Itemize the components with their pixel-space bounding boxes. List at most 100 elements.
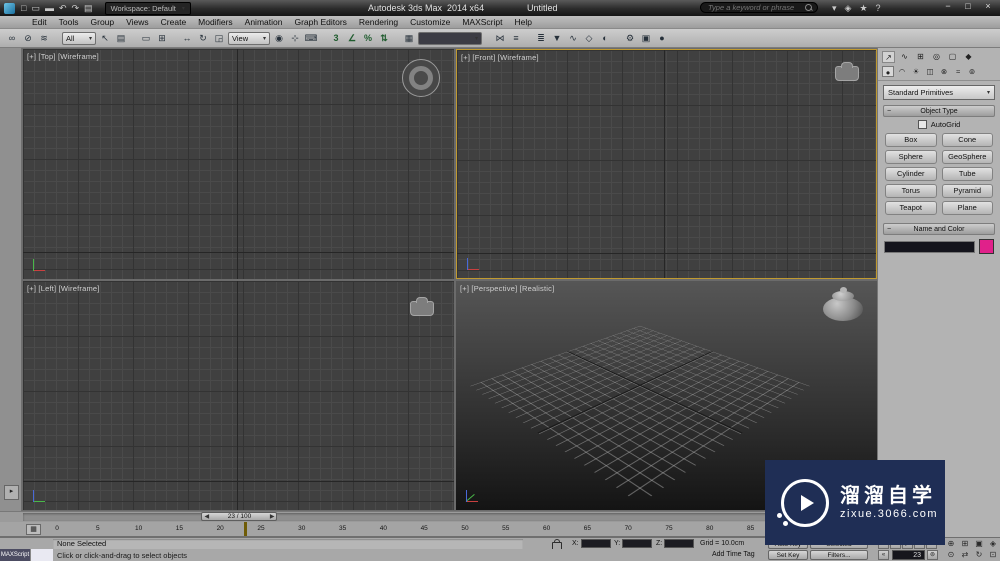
- autogrid-checkbox[interactable]: [917, 120, 927, 129]
- select-and-manipulate-icon[interactable]: ⊹: [288, 31, 302, 45]
- utilities-tab-icon[interactable]: ◆: [962, 51, 975, 63]
- lights-category-icon[interactable]: ☀: [910, 66, 922, 77]
- menu-views[interactable]: Views: [120, 16, 155, 28]
- spinner-snap-toggle-icon[interactable]: ⇅: [377, 31, 391, 45]
- rectangular-selection-region-icon[interactable]: ▭: [139, 31, 153, 45]
- open-mini-curve-editor-button[interactable]: ▦: [26, 524, 41, 535]
- select-and-link-icon[interactable]: ∞: [5, 31, 19, 45]
- favorites-icon[interactable]: ★: [859, 0, 867, 16]
- edit-named-selection-sets-icon[interactable]: ▦: [402, 31, 416, 45]
- rollout-object-type[interactable]: − Object Type: [883, 105, 995, 117]
- current-frame-marker[interactable]: [243, 522, 247, 536]
- redo-icon[interactable]: ↷: [72, 0, 80, 16]
- previous-frame-arrow-icon[interactable]: ◀: [204, 513, 209, 520]
- primitive-cone-button[interactable]: Cone: [941, 133, 993, 147]
- primitive-box-button[interactable]: Box: [885, 133, 937, 147]
- menu-help[interactable]: Help: [508, 16, 537, 28]
- menu-customize[interactable]: Customize: [404, 16, 456, 28]
- shapes-category-icon[interactable]: ◠: [896, 66, 908, 77]
- viewport-top-label[interactable]: [+] [Top] [Wireframe]: [27, 52, 99, 61]
- close-button[interactable]: ×: [978, 0, 998, 14]
- primitive-sphere-button[interactable]: Sphere: [885, 150, 937, 164]
- viewport-left-label[interactable]: [+] [Left] [Wireframe]: [27, 284, 100, 293]
- sign-in-icon[interactable]: ▾: [832, 0, 837, 16]
- project-folder-icon[interactable]: ▤: [84, 0, 93, 16]
- viewport-front-label[interactable]: [+] [Front] [Wireframe]: [461, 53, 539, 62]
- modify-tab-icon[interactable]: ∿: [898, 51, 911, 63]
- time-slider-handle[interactable]: ◀ 23 / 100 ▶: [201, 512, 278, 521]
- create-tab-icon[interactable]: ↗: [882, 51, 895, 63]
- primitive-tube-button[interactable]: Tube: [941, 167, 993, 181]
- select-and-rotate-icon[interactable]: ↻: [196, 31, 210, 45]
- minimize-button[interactable]: −: [938, 0, 958, 14]
- window-crossing-toggle-icon[interactable]: ⊞: [155, 31, 169, 45]
- mirror-icon[interactable]: ⋈: [493, 31, 507, 45]
- maximize-viewport-toggle-icon[interactable]: ⊡: [986, 549, 1000, 561]
- object-color-swatch[interactable]: [979, 239, 994, 254]
- geometry-category-icon[interactable]: ●: [882, 66, 894, 77]
- workspace-dropdown[interactable]: Workspace: Default ▾: [104, 1, 191, 15]
- pan-view-icon[interactable]: ⇄: [958, 549, 972, 561]
- systems-category-icon[interactable]: ⊚: [966, 66, 978, 77]
- menu-create[interactable]: Create: [155, 16, 193, 28]
- viewport-front[interactable]: [+] [Front] [Wireframe]: [456, 49, 877, 279]
- time-configuration-icon[interactable]: ⊚: [927, 550, 938, 560]
- primitive-plane-button[interactable]: Plane: [941, 201, 993, 215]
- hierarchy-tab-icon[interactable]: ⊞: [914, 51, 927, 63]
- menu-graph-editors[interactable]: Graph Editors: [288, 16, 352, 28]
- viewport-left[interactable]: [+] [Left] [Wireframe]: [23, 281, 454, 510]
- use-pivot-point-center-icon[interactable]: ◉: [272, 31, 286, 45]
- viewport-perspective-label[interactable]: [+] [Perspective] [Realistic]: [460, 284, 554, 293]
- x-coordinate-field[interactable]: [580, 539, 611, 548]
- menu-group[interactable]: Group: [85, 16, 121, 28]
- snaps-toggle-icon[interactable]: 3: [329, 31, 343, 45]
- app-logo-icon[interactable]: [4, 2, 15, 14]
- align-icon[interactable]: ≡: [509, 31, 523, 45]
- undo-icon[interactable]: ↶: [59, 0, 67, 16]
- select-by-name-icon[interactable]: ▤: [114, 31, 128, 45]
- primitive-cylinder-button[interactable]: Cylinder: [885, 167, 937, 181]
- primitive-category-dropdown[interactable]: Standard Primitives ▾: [883, 85, 995, 100]
- communication-center-icon[interactable]: ◈: [845, 0, 852, 16]
- selection-filter-dropdown[interactable]: All ▾: [62, 31, 96, 45]
- time-slider-track[interactable]: [23, 513, 875, 521]
- cameras-category-icon[interactable]: ◫: [924, 66, 936, 77]
- bind-to-space-warp-icon[interactable]: ≋: [37, 31, 51, 45]
- select-object-icon[interactable]: ↖: [98, 31, 112, 45]
- space-warps-category-icon[interactable]: ≈: [952, 66, 964, 77]
- menu-edit[interactable]: Edit: [26, 16, 53, 28]
- helpers-category-icon[interactable]: ⊗: [938, 66, 950, 77]
- reference-coordinate-dropdown[interactable]: View ▾: [228, 31, 270, 45]
- render-production-icon[interactable]: ●: [655, 31, 669, 45]
- display-tab-icon[interactable]: ▢: [946, 51, 959, 63]
- search-input[interactable]: [706, 2, 805, 13]
- add-time-tag[interactable]: Add Time Tag: [712, 551, 755, 558]
- motion-tab-icon[interactable]: ◎: [930, 51, 943, 63]
- primitive-pyramid-button[interactable]: Pyramid: [941, 184, 993, 198]
- menu-tools[interactable]: Tools: [53, 16, 85, 28]
- toggle-scene-explorer-icon[interactable]: ≣: [534, 31, 548, 45]
- field-of-view-icon[interactable]: ⊙: [944, 549, 958, 561]
- new-scene-icon[interactable]: □: [21, 0, 26, 16]
- next-frame-arrow-icon[interactable]: ▶: [270, 513, 275, 520]
- rollout-name-and-color[interactable]: − Name and Color: [883, 223, 995, 235]
- maximize-button[interactable]: □: [958, 0, 978, 14]
- maxscript-listener-field[interactable]: [30, 549, 53, 561]
- search-icon[interactable]: [805, 4, 812, 11]
- primitive-teapot-button[interactable]: Teapot: [885, 201, 937, 215]
- menu-rendering[interactable]: Rendering: [353, 16, 404, 28]
- y-coordinate-field[interactable]: [622, 539, 653, 548]
- maxscript-mini-listener-label[interactable]: MAXScript: [0, 549, 30, 561]
- teapot-object-front-view[interactable]: [835, 62, 859, 81]
- primitive-torus-button[interactable]: Torus: [885, 184, 937, 198]
- menu-animation[interactable]: Animation: [239, 16, 289, 28]
- teapot-object-top-view[interactable]: [402, 59, 440, 97]
- rendered-frame-window-icon[interactable]: ▣: [639, 31, 653, 45]
- keyboard-shortcut-override-icon[interactable]: ⌨: [304, 31, 318, 45]
- render-setup-icon[interactable]: ⚙: [623, 31, 637, 45]
- select-and-move-icon[interactable]: ↔: [180, 31, 194, 45]
- schematic-view-icon[interactable]: ◇: [582, 31, 596, 45]
- teapot-object-left-view[interactable]: [410, 297, 434, 316]
- menu-modifiers[interactable]: Modifiers: [192, 16, 238, 28]
- menu-maxscript[interactable]: MAXScript: [456, 16, 508, 28]
